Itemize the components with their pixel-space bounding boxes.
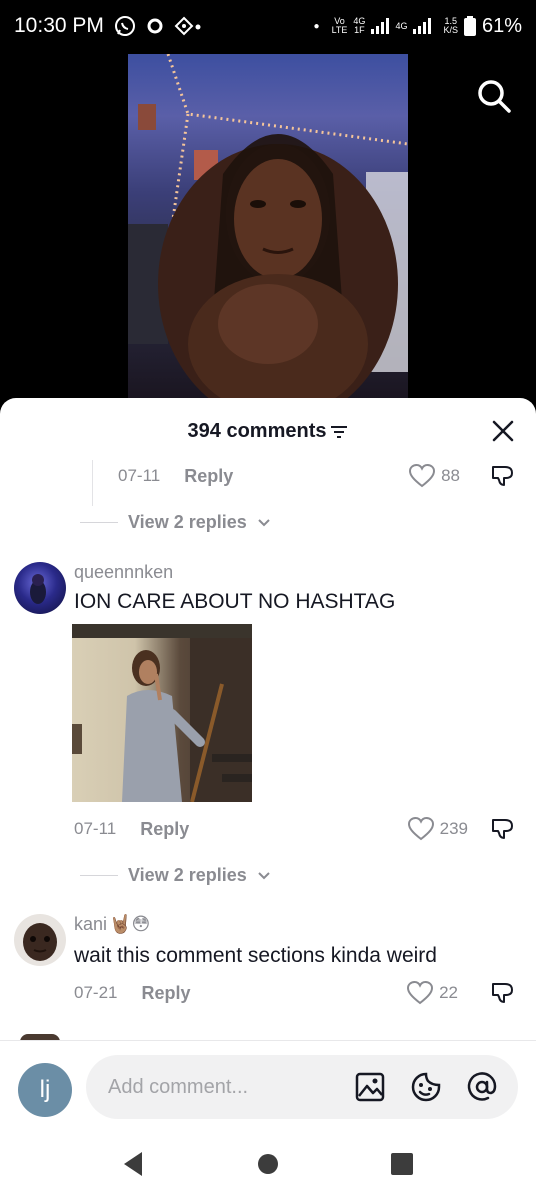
home-icon[interactable] — [256, 1150, 280, 1178]
heart-icon[interactable] — [409, 464, 436, 488]
dislike-icon[interactable] — [490, 463, 516, 489]
comment-meta: 07-11 Reply 88 — [0, 461, 536, 491]
comment-meta: 07-21 Reply 22 — [0, 978, 536, 1008]
view-replies-divider — [80, 522, 118, 523]
heart-icon[interactable] — [407, 981, 434, 1005]
gif-image — [72, 624, 252, 802]
filter-icon[interactable] — [330, 425, 348, 439]
volte-indicator: Vo LTE — [331, 16, 348, 35]
network-3-label: 4G — [395, 20, 408, 31]
network-2-indicator: 4G 1F — [353, 16, 366, 35]
heart-icon[interactable] — [407, 817, 434, 841]
video-thumbnail[interactable] — [128, 54, 408, 400]
mention-icon[interactable] — [466, 1071, 498, 1103]
view-replies-button[interactable]: View 2 replies — [80, 865, 271, 886]
username-emojis: 🤘🏽😳 — [109, 914, 151, 934]
comment-gif[interactable] — [72, 624, 252, 802]
dislike-icon[interactable] — [490, 980, 516, 1006]
like-button[interactable]: 88 — [409, 464, 460, 488]
android-nav-bar — [0, 1130, 536, 1200]
comment-date: 07-11 — [118, 466, 161, 485]
status-notification-icons — [114, 15, 202, 37]
chevron-down-icon — [258, 871, 270, 879]
recents-icon[interactable] — [390, 1150, 414, 1178]
reply-button[interactable]: Reply — [141, 983, 190, 1004]
search-icon[interactable] — [476, 78, 512, 114]
view-replies-divider — [80, 875, 118, 876]
reply-button[interactable]: Reply — [140, 819, 189, 840]
video-area[interactable] — [0, 52, 536, 402]
avatar-image — [30, 574, 46, 604]
like-button[interactable]: 22 — [407, 981, 458, 1005]
comment-date: 07-21 — [74, 983, 118, 1002]
status-time: 10:30 PM — [14, 14, 104, 37]
circle-notification-icon — [147, 18, 163, 34]
status-bar: 10:30 PM ● Vo LTE 4G 1F 4G 1.5 K/S 61% — [0, 0, 536, 52]
status-right-group: ● Vo LTE 4G 1F 4G 1.5 K/S 61% — [314, 15, 522, 38]
like-button[interactable]: 239 — [407, 817, 468, 841]
speed-indicator: 1.5 K/S — [443, 16, 458, 35]
app-notification-icon — [174, 16, 201, 36]
user-avatar[interactable]: lj — [18, 1063, 72, 1117]
battery-icon — [463, 16, 476, 36]
view-replies-label[interactable]: View 2 replies — [128, 512, 247, 533]
dislike-icon[interactable] — [490, 816, 516, 842]
avatar[interactable] — [14, 562, 66, 614]
comments-header: 394 comments — [0, 398, 536, 464]
view-replies-button[interactable]: View 2 replies — [80, 512, 271, 533]
back-icon[interactable] — [120, 1150, 146, 1178]
emoji-icon[interactable] — [410, 1071, 442, 1103]
battery-percent: 61% — [481, 14, 522, 37]
image-icon[interactable] — [354, 1071, 386, 1103]
view-replies-label[interactable]: View 2 replies — [128, 865, 247, 886]
comments-count: 394 comments — [187, 419, 327, 442]
avatar[interactable] — [14, 914, 66, 966]
comment-meta: 07-11 Reply 239 — [0, 814, 536, 844]
comment-date: 07-11 — [74, 819, 117, 838]
avatar-image — [23, 923, 57, 961]
like-count: 88 — [441, 466, 460, 485]
comment-input-bar: lj — [0, 1040, 536, 1130]
signal-icon — [371, 18, 390, 34]
comment-username[interactable]: queennnken — [74, 562, 173, 583]
comment-input[interactable] — [108, 1075, 328, 1099]
chevron-down-icon — [258, 518, 270, 526]
comments-sheet: 394 comments 07-11 Reply 88 View 2 repli… — [0, 398, 536, 1200]
like-count: 22 — [439, 983, 458, 1002]
signal-2-icon — [413, 18, 432, 34]
video-scene — [128, 54, 408, 400]
dot-indicator: ● — [313, 20, 320, 32]
comment-input-container[interactable] — [86, 1055, 518, 1119]
like-count: 239 — [439, 819, 468, 838]
close-icon[interactable] — [490, 418, 516, 444]
comment-text: ION CARE ABOUT NO HASHTAG — [74, 590, 396, 613]
reply-button[interactable]: Reply — [184, 466, 233, 487]
comment-text: wait this comment sections kinda weird — [74, 944, 437, 967]
comment-username[interactable]: kani 🤘🏽😳 — [74, 914, 150, 935]
whatsapp-icon — [114, 16, 135, 36]
